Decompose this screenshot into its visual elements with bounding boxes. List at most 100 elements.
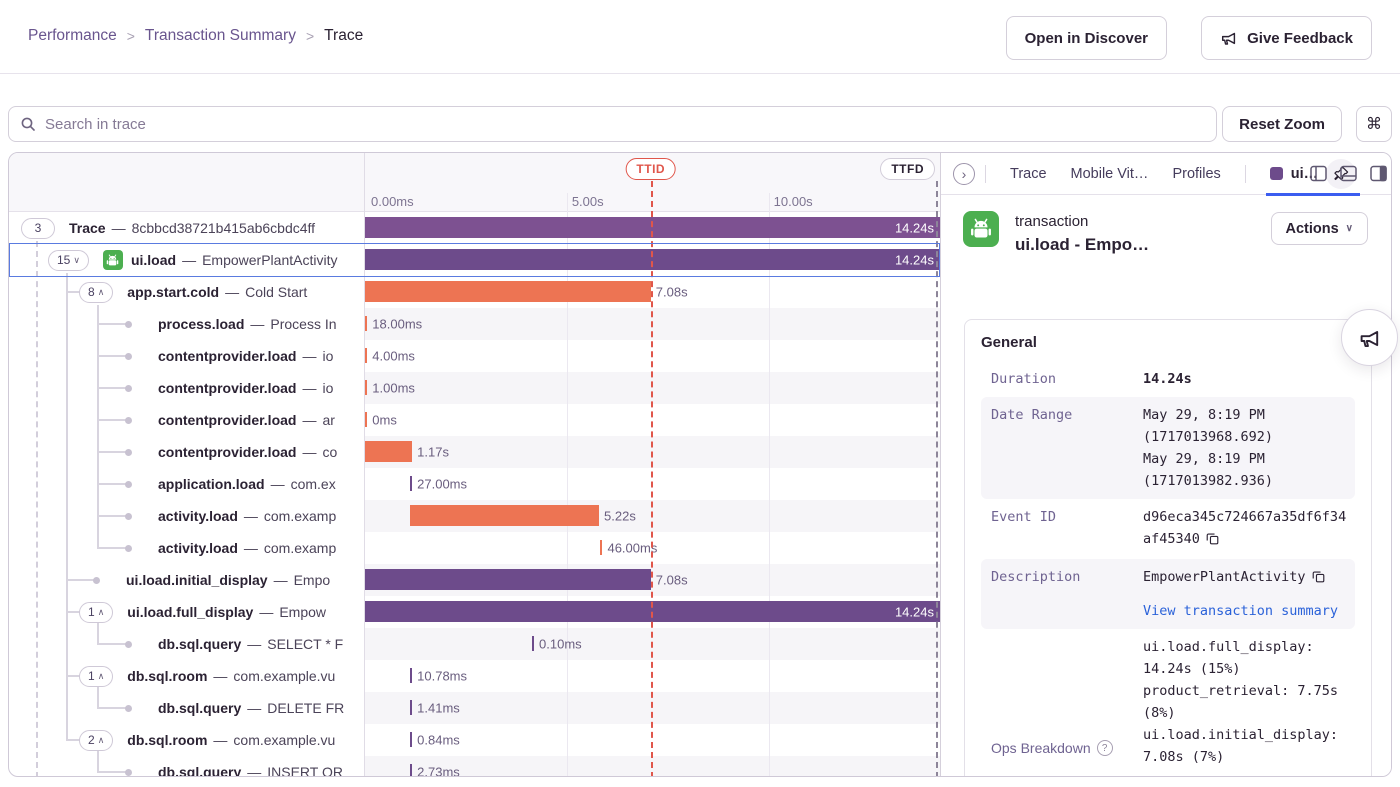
top-header: Performance > Transaction Summary > Trac… <box>0 0 1400 74</box>
span-description: io <box>322 348 333 364</box>
span-description: EmpowerPlantActivity <box>202 252 337 268</box>
op-separator: — <box>302 412 316 428</box>
copy-icon[interactable] <box>1206 530 1219 552</box>
tree-row[interactable]: db.sql.query—DELETE FR <box>9 692 364 724</box>
child-count-badge[interactable]: 15∨ <box>48 250 89 271</box>
op-separator: — <box>302 380 316 396</box>
megaphone-icon <box>1358 326 1382 350</box>
span-description: Process In <box>270 316 336 332</box>
child-count-badge[interactable]: 1∧ <box>79 666 113 687</box>
span-duration: 2.73ms <box>417 764 460 777</box>
tree-row[interactable]: application.load—com.ex <box>9 468 364 500</box>
span-description: ar <box>322 412 334 428</box>
tree-row-selected[interactable]: 15∨ ui.load—EmpowerPlantActivity <box>9 244 364 276</box>
child-count-badge[interactable]: 3 <box>21 218 55 239</box>
duration-value: 14.24s <box>1143 368 1348 390</box>
breadcrumb-separator: > <box>306 28 314 44</box>
leaf-dot <box>125 705 132 712</box>
actions-label: Actions <box>1286 221 1339 237</box>
span-tree-pane: 3 Trace—8cbbcd38721b415ab6cbdc4ff 15∨ ui… <box>9 153 364 777</box>
tab-mobile-vitals[interactable]: Mobile Vit… <box>1071 166 1149 182</box>
span-tick[interactable]: 1.00ms <box>365 380 367 395</box>
ops-breakdown-row: Ops Breakdown ? ui.load.full_display: 14… <box>981 629 1355 775</box>
span-description: INSERT OR <box>267 764 343 777</box>
description-value: EmpowerPlantActivity View transaction su… <box>1143 566 1348 622</box>
collapse-drawer-icon[interactable]: › <box>953 163 975 185</box>
command-icon: ⌘ <box>1366 114 1382 134</box>
span-op: contentprovider.load <box>158 380 296 396</box>
layout-drawer-right-icon[interactable] <box>1370 165 1387 182</box>
tree-row[interactable]: process.load—Process In <box>9 308 364 340</box>
tree-row[interactable]: contentprovider.load—io <box>9 340 364 372</box>
view-transaction-summary-link[interactable]: View transaction summary <box>1143 600 1348 622</box>
span-tick[interactable]: 46.00ms <box>600 540 602 555</box>
actions-dropdown-button[interactable]: Actions ∨ <box>1271 212 1369 245</box>
tab-trace[interactable]: Trace <box>1010 166 1047 182</box>
span-op: ui.load.full_display <box>127 604 253 620</box>
span-duration: 27.00ms <box>417 476 467 491</box>
tree-row[interactable]: 1∧ db.sql.room—com.example.vu <box>9 660 364 692</box>
span-tick[interactable]: 0.84ms <box>410 732 412 747</box>
leaf-dot <box>93 577 100 584</box>
span-tick[interactable]: 2.73ms <box>410 764 412 777</box>
span-duration: 14.24s <box>895 252 934 267</box>
op-separator: — <box>182 252 196 268</box>
copy-icon[interactable] <box>1312 568 1325 590</box>
span-tick[interactable]: 1.41ms <box>410 700 412 715</box>
tree-row[interactable]: 8∧ app.start.cold—Cold Start <box>9 276 364 308</box>
span-op: activity.load <box>158 540 238 556</box>
help-icon[interactable]: ? <box>1097 740 1113 756</box>
breadcrumb-transaction-summary[interactable]: Transaction Summary <box>145 27 296 45</box>
tree-row[interactable]: 3 Trace—8cbbcd38721b415ab6cbdc4ff <box>9 212 364 244</box>
span-description: com.ex <box>291 476 336 492</box>
layout-drawer-left-icon[interactable] <box>1310 165 1327 182</box>
child-count-badge[interactable]: 1∧ <box>79 602 113 623</box>
span-bar[interactable]: 5.22s <box>410 505 599 526</box>
span-op: contentprovider.load <box>158 444 296 460</box>
tree-row[interactable]: activity.load—com.examp <box>9 532 364 564</box>
span-description: io <box>322 380 333 396</box>
span-tick[interactable]: 27.00ms <box>410 476 412 491</box>
span-bar[interactable]: 1.17s <box>365 441 412 462</box>
span-detail-drawer: › Trace Mobile Vit… Profiles ui… <box>940 153 1392 777</box>
span-tick[interactable]: 4.00ms <box>365 348 367 363</box>
ttfd-marker: TTFD <box>880 158 935 180</box>
leaf-dot <box>125 481 132 488</box>
span-duration: 14.24s <box>895 220 934 235</box>
span-tick[interactable]: 0ms <box>365 412 367 427</box>
span-op: contentprovider.load <box>158 412 296 428</box>
tree-row[interactable]: ui.load.initial_display—Empo <box>9 564 364 596</box>
give-feedback-button[interactable]: Give Feedback <box>1201 16 1372 60</box>
child-count-badge[interactable]: 2∧ <box>79 730 113 751</box>
tab-profiles[interactable]: Profiles <box>1172 166 1220 182</box>
op-separator: — <box>213 732 227 748</box>
tree-row[interactable]: contentprovider.load — ar <box>9 404 364 436</box>
child-count-badge[interactable]: 8∧ <box>79 282 113 303</box>
tree-row[interactable]: activity.load—com.examp <box>9 500 364 532</box>
span-bar[interactable]: 7.08s <box>365 569 651 590</box>
span-duration: 7.08s <box>656 572 688 587</box>
shortcut-command-button[interactable]: ⌘ <box>1356 106 1392 142</box>
span-tick[interactable]: 0.10ms <box>532 636 534 651</box>
reset-zoom-button[interactable]: Reset Zoom <box>1222 106 1342 142</box>
floating-feedback-button[interactable] <box>1341 309 1398 366</box>
span-tick[interactable]: 10.78ms <box>410 668 412 683</box>
tree-row[interactable]: db.sql.query—SELECT * F <box>9 628 364 660</box>
breadcrumb-performance[interactable]: Performance <box>28 27 117 45</box>
tree-row[interactable]: contentprovider.load — io <box>9 372 364 404</box>
tree-row[interactable]: db.sql.query—INSERT OR <box>9 756 364 777</box>
span-op: contentprovider.load <box>158 348 296 364</box>
android-icon <box>963 211 999 247</box>
axis-tick-label: 0.00ms <box>371 194 414 209</box>
tree-row[interactable]: 2∧ db.sql.room—com.example.vu <box>9 724 364 756</box>
tree-row[interactable]: contentprovider.load—co <box>9 436 364 468</box>
span-description: DELETE FR <box>267 700 344 716</box>
layout-drawer-bottom-icon[interactable] <box>1340 165 1357 182</box>
span-bar[interactable]: 7.08s <box>365 281 651 302</box>
tree-row[interactable]: 1∧ ui.load.full_display—Empow <box>9 596 364 628</box>
span-tick[interactable]: 18.00ms <box>365 316 367 331</box>
event-id-row: Event ID d96eca345c724667a35df6f34af4534… <box>981 499 1355 559</box>
search-input[interactable] <box>8 106 1217 142</box>
leaf-dot <box>125 321 132 328</box>
open-in-discover-button[interactable]: Open in Discover <box>1006 16 1167 60</box>
